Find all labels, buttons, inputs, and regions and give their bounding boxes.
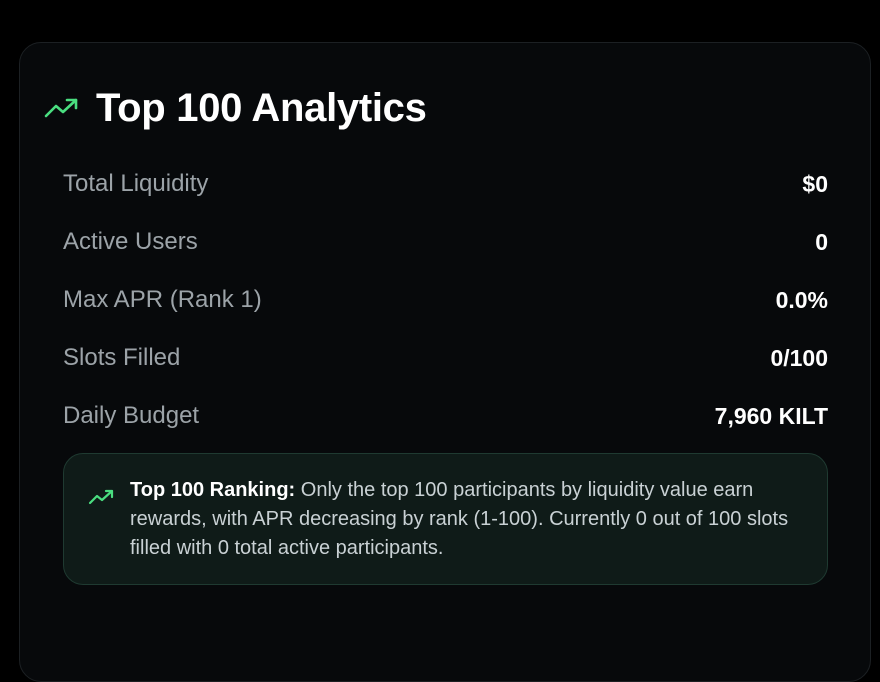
stat-value: 7,960 KILT <box>714 403 828 429</box>
stat-label: Total Liquidity <box>63 170 209 197</box>
stat-row-total-liquidity: Total Liquidity $0 <box>63 155 828 213</box>
stat-row-active-users: Active Users 0 <box>63 213 828 271</box>
stat-label: Daily Budget <box>63 402 200 429</box>
trending-up-icon <box>44 97 80 119</box>
page-title: Top 100 Analytics <box>96 86 427 130</box>
ranking-info-heading: Top 100 Ranking: <box>130 479 296 501</box>
stat-row-daily-budget: Daily Budget 7,960 KILT <box>63 387 828 445</box>
trending-up-icon <box>88 488 116 506</box>
stat-label: Max APR (Rank 1) <box>63 286 262 313</box>
stat-label: Slots Filled <box>63 344 181 371</box>
ranking-info-text: Top 100 Ranking: Only the top 100 partic… <box>130 476 810 563</box>
stat-row-slots-filled: Slots Filled 0/100 <box>63 329 828 387</box>
card-header: Top 100 Analytics <box>44 86 427 130</box>
stat-label: Active Users <box>63 228 198 255</box>
stat-value: $0 <box>802 171 828 197</box>
stat-value: 0 <box>815 229 828 255</box>
stats-list: Total Liquidity $0 Active Users 0 Max AP… <box>63 155 828 445</box>
stat-value: 0/100 <box>770 345 828 371</box>
stat-row-max-apr: Max APR (Rank 1) 0.0% <box>63 271 828 329</box>
ranking-info-box: Top 100 Ranking: Only the top 100 partic… <box>63 453 828 585</box>
stat-value: 0.0% <box>775 287 828 313</box>
